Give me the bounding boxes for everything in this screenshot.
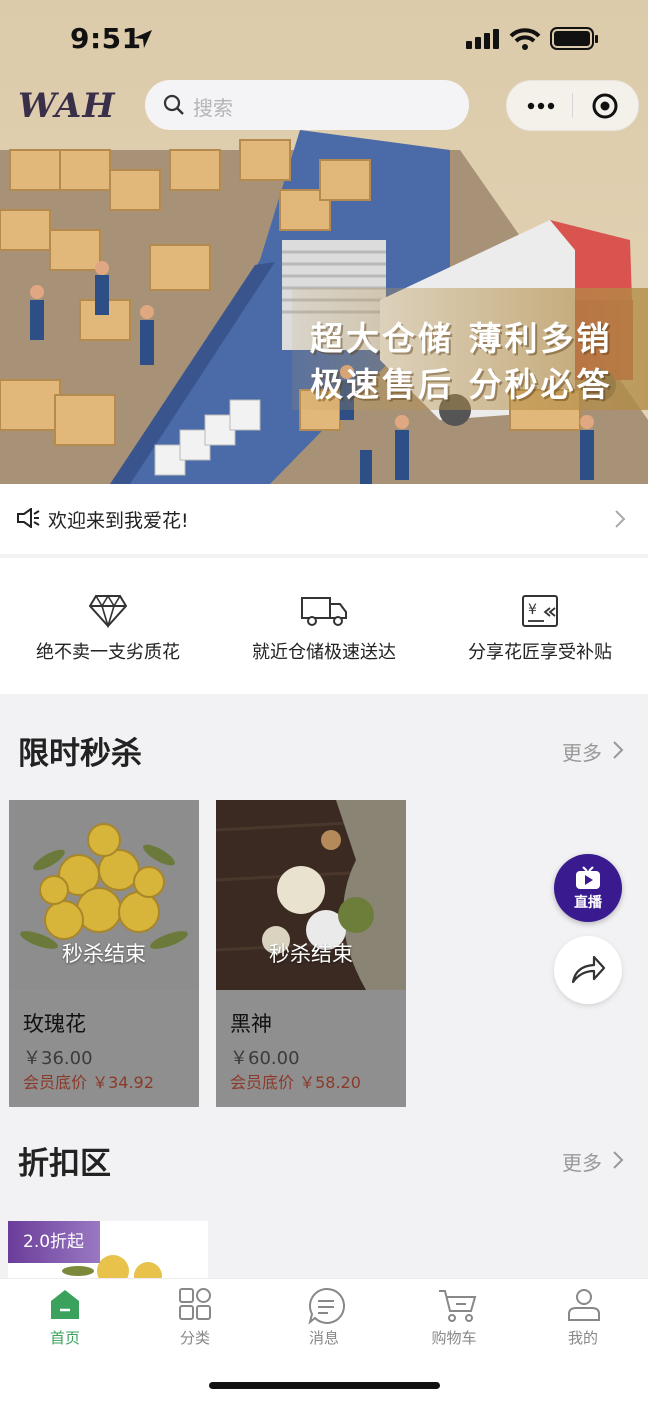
tab-category[interactable]: 分类 bbox=[130, 1279, 260, 1359]
signal-icon bbox=[466, 29, 499, 49]
chevron-right-icon bbox=[613, 1151, 624, 1169]
product-price: ￥36.00 bbox=[23, 1048, 93, 1069]
tab-label: 分类 bbox=[179, 1329, 210, 1347]
flash-sale-title: 限时秒杀 bbox=[18, 736, 142, 772]
chevron-right-icon bbox=[613, 741, 624, 759]
features-row: 绝不卖一支劣质花 就近仓储极速送达 ¥ 分享花匠享受补贴 bbox=[0, 558, 648, 694]
truck-icon bbox=[301, 597, 347, 626]
hero-banner[interactable]: 9:51 WAH 搜索 超大仓储 薄利多销 极速售后 分秒必答 bbox=[0, 0, 648, 484]
tab-home[interactable]: 首页 bbox=[0, 1279, 130, 1359]
banner-slogan: 超大仓储 薄利多销 极速售后 分秒必答 bbox=[292, 288, 648, 410]
notice-text: 欢迎来到我爱花! bbox=[48, 510, 189, 532]
battery-icon bbox=[550, 27, 598, 50]
search-bar[interactable]: 搜索 bbox=[145, 80, 469, 130]
product-price: ￥60.00 bbox=[230, 1048, 300, 1069]
location-arrow-icon bbox=[134, 30, 152, 48]
member-price: 会员底价 ￥58.20 bbox=[230, 1073, 361, 1092]
chevron-right-icon bbox=[615, 510, 626, 528]
sale-ended-label: 秒杀结束 bbox=[269, 942, 353, 966]
more-label: 更多 bbox=[562, 1151, 602, 1175]
tab-cart[interactable]: 购物车 bbox=[389, 1279, 519, 1359]
wifi-icon bbox=[509, 28, 541, 50]
grid-icon bbox=[179, 1288, 211, 1320]
product-name: 黑神 bbox=[230, 1012, 272, 1036]
member-price: 会员底价 ￥34.92 bbox=[23, 1073, 154, 1092]
miniprogram-capsule bbox=[506, 80, 639, 131]
close-miniprogram-icon[interactable] bbox=[591, 92, 619, 120]
subsidy-icon: ¥ bbox=[522, 595, 558, 627]
feature-subsidy: ¥ 分享花匠享受补贴 bbox=[432, 558, 648, 694]
tab-label: 消息 bbox=[308, 1329, 339, 1347]
product-name: 玫瑰花 bbox=[23, 1012, 86, 1036]
feature-label: 分享花匠享受补贴 bbox=[468, 642, 612, 663]
home-indicator[interactable] bbox=[209, 1382, 440, 1389]
live-stream-button[interactable]: 直播 bbox=[554, 854, 622, 922]
feature-label: 就近仓储极速送达 bbox=[252, 642, 396, 663]
tab-label: 我的 bbox=[567, 1329, 598, 1347]
discount-more-link[interactable]: 更多 bbox=[562, 1147, 624, 1176]
more-label: 更多 bbox=[562, 741, 602, 765]
tab-profile[interactable]: 我的 bbox=[518, 1279, 648, 1359]
tab-label: 购物车 bbox=[431, 1329, 477, 1347]
tab-messages[interactable]: 消息 bbox=[259, 1279, 389, 1359]
cart-icon bbox=[439, 1290, 477, 1322]
discount-badge: 2.0折起 bbox=[8, 1221, 100, 1263]
app-logo: WAH bbox=[18, 86, 116, 126]
search-icon bbox=[163, 94, 184, 115]
share-button[interactable] bbox=[554, 936, 622, 1004]
status-time: 9:51 bbox=[70, 22, 142, 55]
flash-sale-more-link[interactable]: 更多 bbox=[562, 737, 624, 766]
speaker-icon bbox=[17, 508, 40, 528]
home-icon bbox=[51, 1290, 79, 1319]
diamond-icon bbox=[88, 594, 128, 628]
discount-item[interactable]: 2.0折起 bbox=[8, 1221, 208, 1281]
slogan-line-1: 超大仓储 薄利多销 bbox=[310, 319, 613, 358]
capsule-divider bbox=[572, 93, 573, 118]
message-icon bbox=[308, 1287, 345, 1325]
discount-title: 折扣区 bbox=[18, 1146, 111, 1182]
more-icon[interactable] bbox=[525, 89, 557, 121]
svg-text:¥: ¥ bbox=[528, 602, 537, 618]
flash-sale-item[interactable]: 秒杀结束 黑神 ￥60.00 会员底价 ￥58.20 bbox=[216, 800, 406, 1107]
feature-label: 绝不卖一支劣质花 bbox=[36, 642, 180, 663]
live-label: 直播 bbox=[574, 895, 602, 911]
tv-icon bbox=[576, 866, 600, 889]
slogan-line-2: 极速售后 分秒必答 bbox=[310, 365, 613, 404]
sale-ended-label: 秒杀结束 bbox=[62, 942, 146, 966]
flash-sale-item[interactable]: 秒杀结束 玫瑰花 ￥36.00 会员底价 ￥34.92 bbox=[9, 800, 199, 1107]
user-icon bbox=[568, 1289, 600, 1321]
tab-label: 首页 bbox=[49, 1329, 80, 1347]
status-bar: 9:51 bbox=[0, 0, 648, 80]
share-icon bbox=[571, 955, 606, 984]
notice-bar[interactable]: 欢迎来到我爱花! bbox=[0, 484, 648, 554]
search-placeholder: 搜索 bbox=[193, 96, 233, 120]
feature-quality: 绝不卖一支劣质花 bbox=[0, 558, 216, 694]
feature-delivery: 就近仓储极速送达 bbox=[216, 558, 432, 694]
